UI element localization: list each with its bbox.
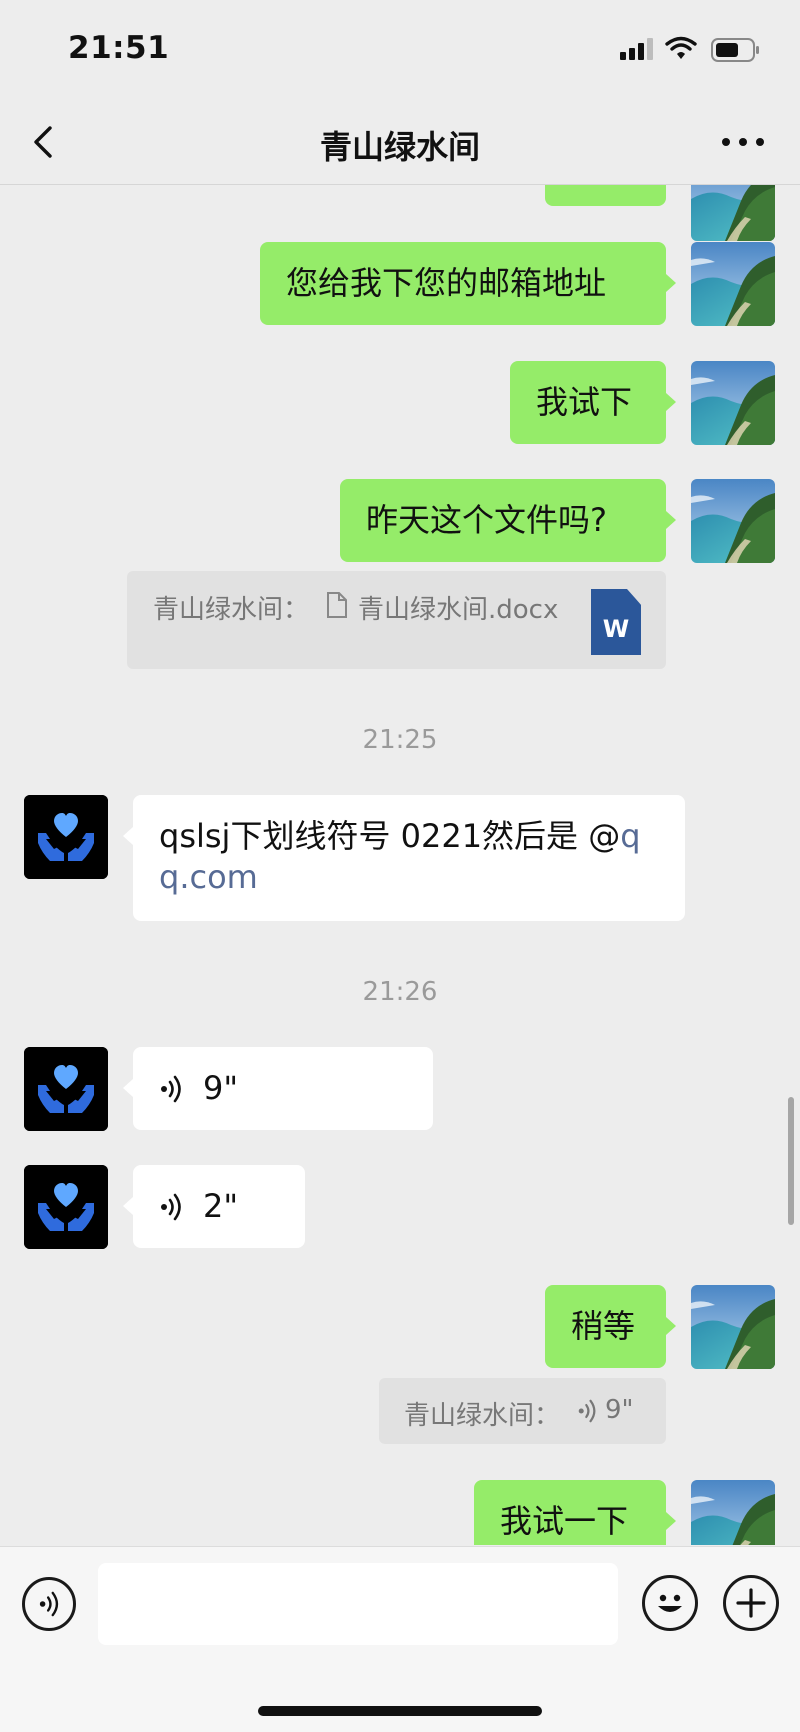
- word-file-icon: W: [591, 589, 641, 655]
- avatar[interactable]: [24, 1165, 108, 1249]
- battery-icon: [711, 38, 759, 62]
- bubble-tail: [123, 827, 133, 845]
- input-bar: [0, 1546, 800, 1732]
- avatar[interactable]: [24, 1047, 108, 1131]
- message-text: 稍等: [571, 1307, 636, 1345]
- message-text: 我试一下: [500, 1502, 629, 1540]
- bubble-tail: [123, 1197, 133, 1215]
- bubble-tail: [666, 511, 676, 529]
- email-link[interactable]: q: [620, 817, 640, 855]
- email-link[interactable]: q.com: [159, 858, 258, 896]
- status-time: 21:51: [68, 30, 170, 66]
- voice-icon: [159, 1192, 185, 1222]
- avatar[interactable]: [691, 361, 775, 445]
- quote-sender: 青山绿水间：: [153, 595, 310, 625]
- scrollbar[interactable]: [788, 1097, 794, 1225]
- voice-icon: [578, 1399, 596, 1423]
- voice-duration: 2": [203, 1187, 239, 1225]
- chat-header: 青山绿水间: [0, 100, 800, 185]
- signal-icon: [620, 38, 653, 60]
- avatar[interactable]: [691, 1285, 775, 1369]
- voice-icon: [38, 1590, 62, 1618]
- bubble-tail: [123, 1079, 133, 1097]
- home-indicator[interactable]: [258, 1706, 542, 1716]
- avatar[interactable]: [691, 185, 775, 241]
- more-dots-icon[interactable]: [718, 124, 768, 160]
- doc-icon: [327, 592, 347, 618]
- quoted-message[interactable]: 青山绿水间： 青山绿水间.docx W: [127, 571, 666, 669]
- message-bubble-received[interactable]: qslsj下划线符号 0221然后是 @q q.com: [133, 795, 685, 921]
- message-input[interactable]: [98, 1563, 618, 1645]
- bubble-tail: [666, 1512, 676, 1530]
- message-bubble-sent[interactable]: 您给我下您的邮箱地址: [260, 242, 666, 325]
- bubble-tail: [666, 1317, 676, 1335]
- message-text: qslsj下划线符号 0221然后是 @: [159, 817, 621, 855]
- avatar[interactable]: [691, 242, 775, 326]
- quote-filename: 青山绿水间.docx: [358, 595, 559, 625]
- bubble-tail: [666, 393, 676, 411]
- avatar[interactable]: [24, 795, 108, 879]
- avatar[interactable]: [691, 479, 775, 563]
- timestamp: 21:26: [362, 977, 438, 1007]
- plus-icon: [736, 1588, 766, 1618]
- timestamp: 21:25: [362, 725, 438, 755]
- voice-icon: [159, 1074, 185, 1104]
- message-text: 我试下: [536, 383, 633, 421]
- wifi-icon: [665, 36, 697, 59]
- message-bubble-sent[interactable]: 我试一下: [474, 1480, 666, 1545]
- voice-duration: 9": [203, 1069, 239, 1107]
- message-bubble-sent[interactable]: 昨天这个文件吗?: [340, 479, 666, 562]
- message-bubble-sent[interactable]: 稍等: [545, 1285, 666, 1368]
- voice-message[interactable]: 2": [133, 1165, 305, 1248]
- chat-title: 青山绿水间: [319, 128, 480, 166]
- plus-button[interactable]: [723, 1575, 779, 1631]
- quote-sender: 青山绿水间：: [404, 1401, 561, 1431]
- voice-toggle-button[interactable]: [22, 1577, 76, 1631]
- quoted-message[interactable]: 青山绿水间： 9": [379, 1378, 666, 1444]
- emoji-button[interactable]: [642, 1575, 698, 1631]
- status-bar: 21:51: [0, 0, 800, 100]
- message-list[interactable]: 您给我下您的邮箱地址 我试下 昨天这个文件吗? 青山绿水间： 青山绿水间.doc…: [0, 185, 800, 1545]
- message-bubble-sent[interactable]: [545, 185, 666, 206]
- emoji-icon: [658, 1594, 682, 1612]
- bubble-tail: [666, 274, 676, 292]
- message-bubble-sent[interactable]: 我试下: [510, 361, 666, 444]
- avatar[interactable]: [691, 1480, 775, 1545]
- message-text: 您给我下您的邮箱地址: [286, 264, 607, 302]
- quote-voice-duration: 9": [605, 1395, 634, 1425]
- word-file-badge: W: [602, 615, 630, 643]
- message-text: 昨天这个文件吗?: [366, 501, 607, 539]
- voice-message[interactable]: 9": [133, 1047, 433, 1130]
